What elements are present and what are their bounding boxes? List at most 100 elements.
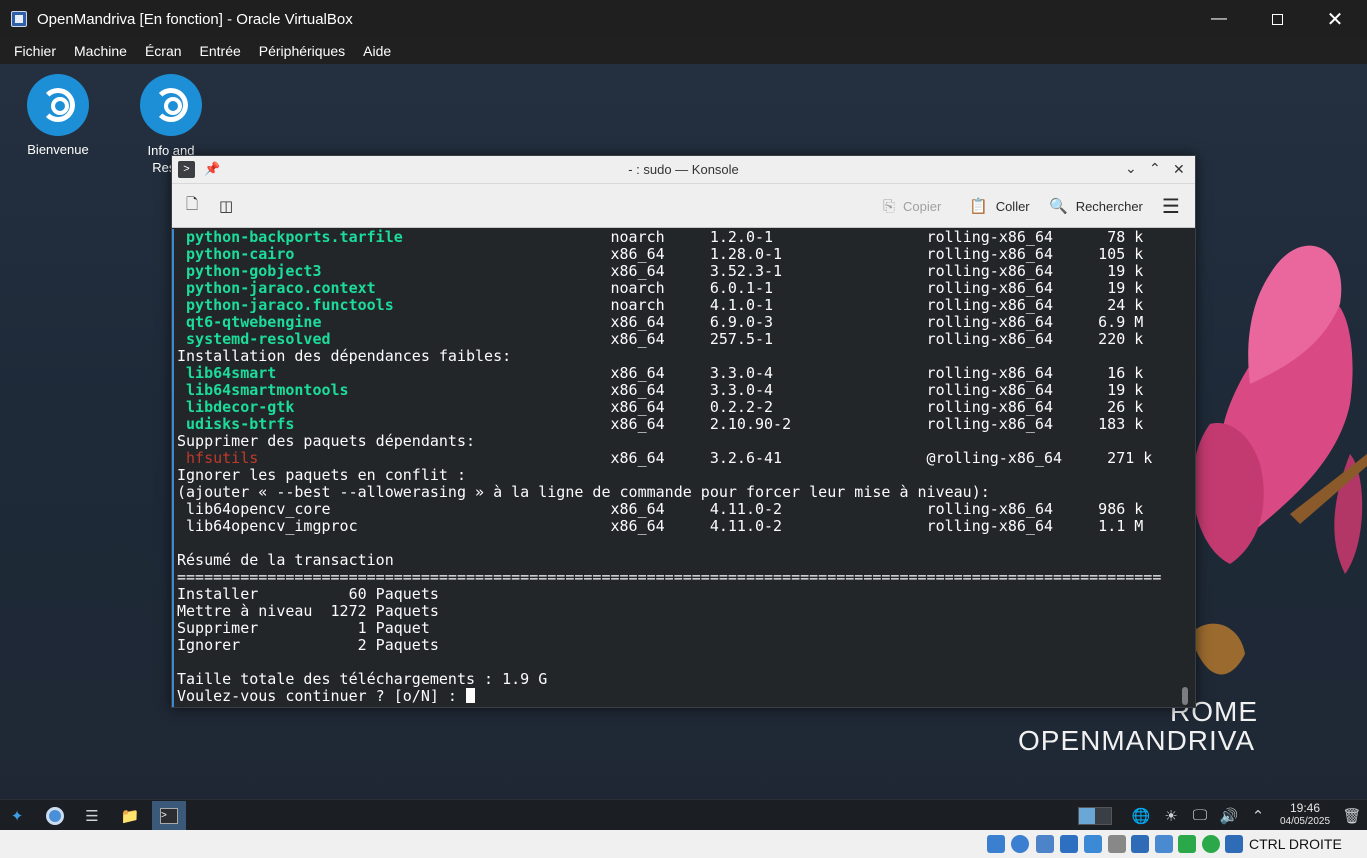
guest-taskbar: ✦ ☰ 📁 > 🌐 ☀ 🖵 🔊 ⌃ 19:46 04/05/2025 🗑 bbox=[0, 799, 1367, 830]
terminal-line: Installation des dépendances faibles: bbox=[177, 348, 1182, 365]
system-settings-button[interactable]: ☰ bbox=[77, 801, 107, 830]
chevron-down-icon[interactable]: ⌄ bbox=[1125, 160, 1137, 177]
keyboard-capture-icon[interactable] bbox=[1225, 835, 1243, 853]
clock[interactable]: 19:46 04/05/2025 bbox=[1274, 801, 1336, 828]
package-name: python-cairo bbox=[186, 245, 295, 263]
menu-ecran[interactable]: Écran bbox=[136, 38, 191, 64]
pager-icon bbox=[1078, 806, 1112, 825]
trash-icon: 🗑 bbox=[1342, 807, 1362, 825]
settings-icon: ☰ bbox=[85, 807, 99, 825]
package-details: x86_64 6.9.0-3 rolling-x86_64 6.9 M bbox=[610, 313, 1144, 331]
menu-entree[interactable]: Entrée bbox=[191, 38, 250, 64]
package-details: noarch 1.2.0-1 rolling-x86_64 78 k bbox=[610, 229, 1144, 246]
host-key-label: CTRL DROITE bbox=[1249, 836, 1342, 852]
terminal-line: Supprimer des paquets dépendants: bbox=[177, 433, 1182, 450]
terminal-prompt-line[interactable]: Voulez-vous continuer ? [o/N] : bbox=[177, 688, 1182, 705]
package-name: lib64smart bbox=[186, 364, 277, 382]
terminal-text: Supprimer 1 Paquet bbox=[177, 619, 430, 637]
terminal-line: lib64smartmontools x86_64 3.3.0-4 rollin… bbox=[177, 382, 1182, 399]
terminal-line: ========================================… bbox=[177, 569, 1182, 586]
mouse-integration-icon[interactable] bbox=[1202, 835, 1220, 853]
terminal-text: Ignorer les paquets en conflit : bbox=[177, 466, 466, 484]
menu-aide[interactable]: Aide bbox=[354, 38, 400, 64]
terminal-text: Mettre à niveau 1272 Paquets bbox=[177, 602, 439, 620]
openmandriva-logo-icon bbox=[27, 74, 89, 136]
search-button[interactable]: 🔍 Rechercher bbox=[1049, 184, 1143, 228]
desktop-icon-label: Bienvenue bbox=[27, 142, 89, 157]
host-window-title: OpenMandriva [En fonction] - Oracle Virt… bbox=[37, 10, 353, 28]
konsole-titlebar: > 📌 - : sudo — Konsole ⌄ ⌃ ✕ bbox=[172, 156, 1195, 184]
network-tray-button[interactable]: 🌐 bbox=[1126, 801, 1156, 830]
folder-icon: 📁 bbox=[120, 807, 140, 825]
package-details: x86_64 0.2.2-2 rolling-x86_64 26 k bbox=[610, 398, 1144, 416]
text-cursor bbox=[465, 688, 475, 703]
terminal-line: udisks-btrfs x86_64 2.10.90-2 rolling-x8… bbox=[177, 416, 1182, 433]
file-manager-button[interactable]: 📁 bbox=[115, 801, 145, 830]
terminal-line: Mettre à niveau 1272 Paquets bbox=[177, 603, 1182, 620]
split-view-icon: ◫ bbox=[219, 198, 234, 215]
video-capture-icon[interactable] bbox=[1155, 835, 1173, 853]
terminal-output[interactable]: python-backports.tarfile noarch 1.2.0-1 … bbox=[172, 229, 1182, 707]
menu-peripheriques[interactable]: Périphériques bbox=[250, 38, 354, 64]
copy-label: Copier bbox=[903, 198, 942, 214]
hamburger-menu-button[interactable]: ☰ bbox=[1162, 184, 1180, 228]
terminal-line: Ignorer 2 Paquets bbox=[177, 637, 1182, 654]
optical-drive-icon[interactable] bbox=[1011, 835, 1029, 853]
konsole-close-icon[interactable]: ✕ bbox=[1173, 161, 1185, 178]
cpu-icon[interactable] bbox=[1178, 835, 1196, 853]
chromium-button[interactable] bbox=[40, 801, 70, 830]
volume-icon: 🔊 bbox=[1219, 807, 1239, 825]
brand-line-2: OPENMANDRIVA bbox=[1018, 725, 1256, 756]
usb-icon[interactable] bbox=[1084, 835, 1102, 853]
scrollbar-thumb[interactable] bbox=[1182, 687, 1188, 705]
close-button[interactable]: ✕ bbox=[1306, 0, 1364, 38]
terminal-text: Installer 60 Paquets bbox=[177, 585, 439, 603]
terminal-line: (ajouter « --best --allowerasing » à la … bbox=[177, 484, 1182, 501]
terminal-text: (ajouter « --best --allowerasing » à la … bbox=[177, 483, 990, 501]
menu-fichier[interactable]: Fichier bbox=[5, 38, 65, 64]
package-name: hfsutils bbox=[186, 449, 259, 467]
network-adapter-icon[interactable] bbox=[1060, 835, 1078, 853]
terminal-line: Taille totale des téléchargements : 1.9 … bbox=[177, 671, 1182, 688]
split-view-button[interactable]: ◫ bbox=[219, 184, 241, 228]
display-status-icon[interactable] bbox=[1131, 835, 1149, 853]
package-name: lib64opencv_imgproc bbox=[186, 517, 358, 535]
virtual-desktop-pager[interactable] bbox=[1075, 801, 1115, 830]
package-name: udisks-btrfs bbox=[186, 415, 295, 433]
terminal-text: Installation des dépendances faibles: bbox=[177, 347, 512, 365]
tray-expand-button[interactable]: ⌃ bbox=[1243, 801, 1273, 830]
package-name: python-backports.tarfile bbox=[186, 229, 403, 246]
terminal-line: lib64opencv_core x86_64 4.11.0-2 rolling… bbox=[177, 501, 1182, 518]
chevron-up-icon[interactable]: ⌃ bbox=[1149, 160, 1161, 177]
konsole-task-button[interactable]: > bbox=[152, 801, 186, 830]
new-tab-button[interactable]: 🗋 bbox=[186, 184, 206, 228]
display-icon: 🖵 bbox=[1192, 807, 1208, 824]
paste-icon: 📋 bbox=[969, 198, 988, 215]
trash-button[interactable]: 🗑 bbox=[1337, 801, 1367, 830]
virtualbox-icon bbox=[10, 10, 28, 28]
brightness-tray-button[interactable]: ☀ bbox=[1156, 801, 1186, 830]
prompt-text: Voulez-vous continuer ? [o/N] : bbox=[177, 687, 466, 705]
app-launcher-button[interactable]: ✦ bbox=[2, 801, 32, 830]
package-details: x86_64 3.2.6-41 @rolling-x86_64 271 k bbox=[610, 449, 1153, 467]
terminal-scrollbar[interactable] bbox=[1180, 229, 1190, 707]
package-name: python-gobject3 bbox=[186, 262, 322, 280]
minimize-button[interactable]: — bbox=[1190, 0, 1248, 38]
display-tray-button[interactable]: 🖵 bbox=[1185, 801, 1215, 830]
package-details: x86_64 2.10.90-2 rolling-x86_64 183 k bbox=[610, 415, 1144, 433]
maximize-button[interactable] bbox=[1248, 0, 1306, 38]
package-details: x86_64 3.3.0-4 rolling-x86_64 16 k bbox=[610, 364, 1144, 382]
shared-folders-icon[interactable] bbox=[1108, 835, 1126, 853]
package-details: x86_64 3.52.3-1 rolling-x86_64 19 k bbox=[610, 262, 1144, 280]
hard-disk-icon[interactable] bbox=[987, 835, 1005, 853]
volume-tray-button[interactable]: 🔊 bbox=[1214, 801, 1244, 830]
copy-button[interactable]: ⎘ Copier bbox=[883, 184, 941, 228]
paste-button[interactable]: 📋 Coller bbox=[969, 184, 1030, 228]
guest-desktop: Bienvenue Info and Resou ROME OPENMANDRI… bbox=[0, 64, 1367, 830]
audio-icon[interactable] bbox=[1036, 835, 1054, 853]
desktop-icon-bienvenue[interactable]: Bienvenue bbox=[13, 74, 103, 157]
clock-date: 04/05/2025 bbox=[1279, 816, 1331, 827]
package-name: python-jaraco.functools bbox=[186, 296, 394, 314]
terminal-text: ========================================… bbox=[177, 568, 1162, 586]
menu-machine[interactable]: Machine bbox=[65, 38, 136, 64]
